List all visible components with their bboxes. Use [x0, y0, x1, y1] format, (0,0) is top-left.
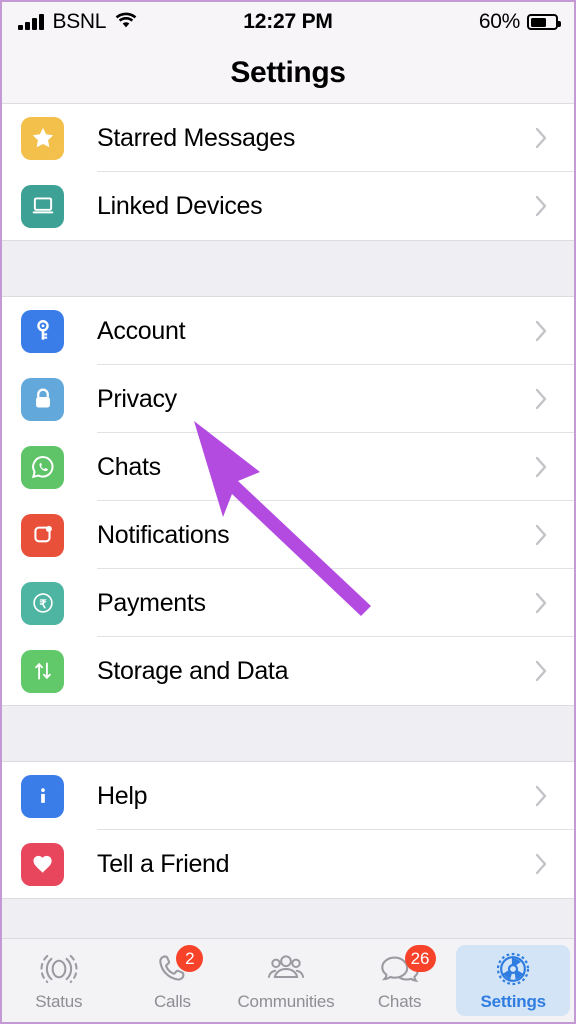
settings-row-payments[interactable]: ₹ Payments: [2, 569, 574, 637]
notification-bubble-icon: [21, 513, 64, 557]
tab-bar: Status 2 Calls Communities 26 Chats Sett…: [2, 938, 574, 1022]
settings-row-label: Payments: [97, 588, 206, 617]
chevron-right-icon: [535, 660, 548, 682]
settings-row-help[interactable]: Help: [2, 762, 574, 830]
svg-text:₹: ₹: [39, 599, 46, 611]
settings-row-label: Storage and Data: [97, 656, 289, 685]
star-icon: [21, 116, 64, 160]
settings-row-label: Starred Messages: [97, 123, 296, 152]
tab-label: Communities: [237, 992, 335, 1011]
tab-label: Calls: [153, 992, 191, 1011]
lock-icon: [21, 377, 64, 421]
gear-icon: [493, 949, 533, 989]
communities-icon: [266, 949, 306, 989]
settings-row-label: Privacy: [97, 384, 177, 413]
status-bar: BSNL 12:27 PM 60%: [2, 2, 574, 42]
chevron-right-icon: [535, 592, 548, 614]
tab-chats[interactable]: 26 Chats: [343, 939, 457, 1022]
chevron-right-icon: [535, 320, 548, 342]
chevron-right-icon: [535, 195, 548, 217]
chevron-right-icon: [535, 388, 548, 410]
status-bar-right: 60%: [478, 10, 561, 34]
nav-bar: Settings: [2, 42, 574, 104]
chevron-right-icon: [535, 853, 548, 875]
chevron-right-icon: [535, 456, 548, 478]
up-down-arrows-icon: [21, 649, 64, 693]
laptop-icon: [21, 184, 64, 228]
key-icon: [21, 309, 64, 353]
settings-row-label: Notifications: [97, 520, 230, 549]
settings-row-label: Linked Devices: [97, 191, 263, 220]
settings-row-notifications[interactable]: Notifications: [2, 501, 574, 569]
whatsapp-chat-icon: [21, 445, 64, 489]
settings-row-label: Account: [97, 316, 186, 345]
settings-row-privacy[interactable]: Privacy: [2, 365, 574, 433]
tab-badge: 2: [176, 945, 204, 972]
settings-list: Starred Messages Linked Devices Account …: [2, 104, 574, 958]
tab-status[interactable]: Status: [2, 939, 116, 1022]
phone-icon: 2: [154, 945, 204, 989]
settings-row-label: Help: [97, 781, 148, 810]
heart-icon: [21, 842, 64, 886]
settings-row-label: Tell a Friend: [97, 849, 230, 878]
chevron-right-icon: [535, 524, 548, 546]
phone-screen: BSNL 12:27 PM 60% Settings Starred Messa…: [0, 0, 576, 1024]
tab-calls[interactable]: 2 Calls: [116, 939, 230, 1022]
settings-group-3: Help Tell a Friend: [2, 762, 574, 898]
settings-group-2: Account Privacy Chats Notifications ₹ Pa…: [2, 297, 574, 705]
chevron-right-icon: [535, 785, 548, 807]
tab-label: Chats: [377, 992, 422, 1011]
settings-row-account[interactable]: Account: [2, 297, 574, 365]
chat-bubbles-icon: 26: [379, 945, 436, 989]
tab-settings[interactable]: Settings: [456, 945, 570, 1016]
settings-row-linked-devices[interactable]: Linked Devices: [2, 172, 574, 240]
chevron-right-icon: [535, 127, 548, 149]
settings-group-1: Starred Messages Linked Devices: [2, 104, 574, 240]
group-spacer: [2, 705, 574, 762]
battery-percent: 60%: [478, 10, 520, 33]
settings-row-chats[interactable]: Chats: [2, 433, 574, 501]
info-icon: [21, 774, 64, 818]
settings-row-tell-a-friend[interactable]: Tell a Friend: [2, 830, 574, 898]
settings-row-storage-and-data[interactable]: Storage and Data: [2, 637, 574, 705]
tab-communities[interactable]: Communities: [229, 939, 343, 1022]
group-spacer: [2, 240, 574, 297]
tab-badge: 26: [404, 945, 436, 972]
page-title: Settings: [230, 55, 346, 89]
tab-label: Status: [35, 992, 83, 1011]
settings-row-starred-messages[interactable]: Starred Messages: [2, 104, 574, 172]
battery-icon: [527, 14, 561, 30]
rupee-icon: ₹: [21, 581, 64, 625]
tab-label: Settings: [480, 992, 546, 1011]
settings-row-label: Chats: [97, 452, 161, 481]
status-rings-icon: [40, 949, 78, 989]
